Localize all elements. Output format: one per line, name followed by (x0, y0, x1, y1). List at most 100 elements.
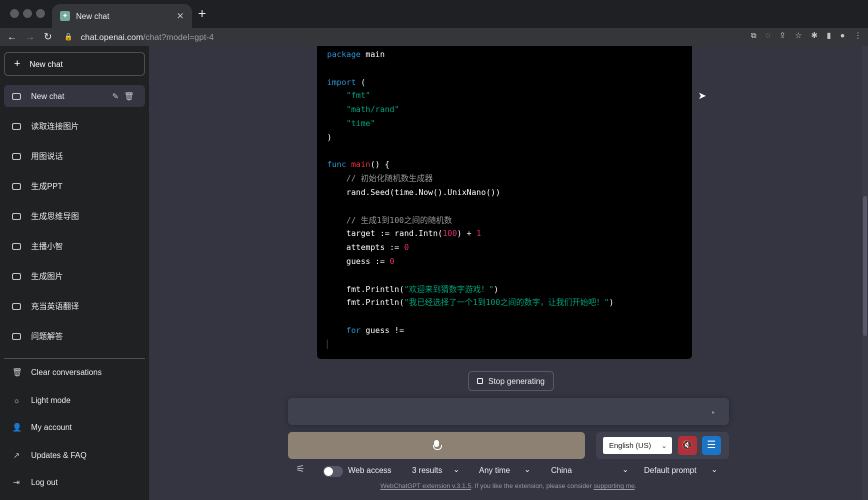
light-mode-button[interactable]: ☼ Light mode (4, 389, 145, 411)
minimize-window-dot[interactable] (23, 9, 32, 18)
chat-bubble-icon (12, 92, 21, 100)
chat-bubble-icon (12, 332, 21, 340)
voice-settings-panel: English (US) ⌄ 🔇 ☰ (596, 432, 729, 459)
conversation-label: 生成PPT (31, 181, 63, 191)
chevron-down-icon: ⌄ (622, 465, 629, 474)
trash-icon: 🗑 (12, 367, 23, 377)
text-caret: ▏ (327, 339, 332, 349)
conversation-item[interactable]: 生成PPT (4, 175, 145, 197)
close-window-dot[interactable] (10, 9, 19, 18)
url-field[interactable]: 🔒 chat.openai.com/chat?model=gpt-4 (64, 30, 704, 44)
sidebar-panel-icon[interactable]: ▮ (827, 31, 831, 41)
code-text: fmt.Println( (346, 298, 405, 308)
prompt-select[interactable]: Default prompt (644, 466, 696, 475)
maximize-window-dot[interactable] (36, 9, 45, 18)
code-text: ) (493, 284, 499, 294)
conversation-item[interactable]: 用图说话 (4, 145, 145, 167)
chevron-down-icon: ⌄ (524, 465, 531, 474)
chevron-down-icon: ⌄ (661, 442, 667, 450)
external-link-icon: ↗ (13, 450, 20, 460)
tab-title: New chat (76, 11, 110, 21)
updates-faq-link[interactable]: ↗ Updates & FAQ (4, 444, 145, 466)
results-select[interactable]: 3 results (412, 466, 442, 475)
eye-off-icon[interactable]: ◌ (765, 31, 770, 41)
code-string: "fmt" (346, 91, 371, 101)
edit-pencil-icon[interactable]: ✎ (112, 92, 124, 101)
close-tab-icon[interactable]: ✕ (176, 11, 184, 22)
footer-text: . If you like the extension, please cons… (471, 483, 594, 490)
scrollbar[interactable] (862, 46, 868, 500)
forward-icon[interactable]: → (22, 32, 38, 43)
conversation-item[interactable]: 问题解答 (4, 325, 145, 347)
sidebar-divider (4, 358, 145, 359)
browser-tab-bar: ✦ New chat ✕ + (0, 0, 868, 28)
stop-generating-button[interactable]: Stop generating (468, 371, 554, 391)
support-link[interactable]: supporting me (594, 483, 635, 490)
code-block: package main import ( "fmt" "math/rand" … (317, 46, 692, 359)
new-tab-icon[interactable]: + (198, 5, 206, 21)
new-chat-button[interactable]: + New chat (4, 52, 145, 76)
language-value: English (US) (609, 441, 652, 450)
web-access-toggle[interactable] (323, 466, 343, 477)
code-number: 1 (476, 229, 482, 239)
language-select[interactable]: English (US) ⌄ (603, 437, 672, 454)
region-select[interactable]: China (551, 466, 572, 475)
bookmark-star-icon[interactable]: ☆ (795, 31, 802, 41)
voice-record-button[interactable] (288, 432, 585, 459)
translate-icon[interactable]: ⧉ (751, 31, 757, 41)
share-icon[interactable]: ⇪ (779, 31, 786, 41)
code-text: rand.Seed(time.Now().UnixNano()) (346, 187, 501, 197)
code-comment: // 生成1到100之间的随机数 (346, 215, 452, 225)
code-text: attempts := (346, 243, 405, 253)
voice-settings-button[interactable]: ☰ (702, 436, 721, 455)
send-icon[interactable]: ▸ (712, 409, 715, 416)
time-select[interactable]: Any time (479, 466, 510, 475)
conversation-item[interactable]: 生成图片 (4, 265, 145, 287)
reload-icon[interactable]: ↻ (40, 32, 56, 43)
code-text: target := rand.Intn( (346, 229, 443, 239)
url-host: chat.openai.com (80, 32, 144, 42)
sliders-icon[interactable]: ⚟ (296, 464, 305, 475)
prompt-input[interactable]: ▸ (288, 398, 729, 425)
code-number: 0 (389, 256, 395, 266)
browser-tab[interactable]: ✦ New chat ✕ (52, 4, 192, 28)
code-keyword: for (346, 325, 361, 335)
url-path: /chat?model=gpt-4 (143, 32, 214, 42)
scrollbar-thumb[interactable] (863, 196, 867, 336)
logout-icon: ⇥ (13, 477, 20, 487)
code-string: "time" (346, 118, 376, 128)
chat-bubble-icon (12, 272, 21, 280)
extension-footer: WebChatGPT extension v.3.1.5. If you lik… (149, 483, 868, 490)
mute-speaker-button[interactable]: 🔇 (678, 436, 697, 455)
extension-version-link[interactable]: WebChatGPT extension v.3.1.5 (380, 483, 471, 490)
my-account-button[interactable]: 👤 My account (4, 416, 145, 438)
webchatgpt-toolbar: ⚟ Web access 3 results ⌄ Any time ⌄ Chin… (288, 464, 729, 478)
speaker-muted-icon: 🔇 (681, 440, 694, 450)
code-keyword: package (327, 50, 361, 59)
user-icon: 👤 (12, 422, 22, 432)
address-bar: ← → ↻ 🔒 chat.openai.com/chat?model=gpt-4… (0, 28, 868, 46)
extensions-puzzle-icon[interactable]: ✱ (811, 31, 818, 41)
delete-trash-icon[interactable]: 🗑 (124, 92, 139, 101)
microphone-icon (433, 440, 442, 451)
conversation-item[interactable]: New chat ✎🗑 (4, 85, 145, 107)
openai-favicon-icon: ✦ (60, 11, 70, 21)
conversation-item[interactable]: 读取连接图片 (4, 115, 145, 137)
my-account-label: My account (31, 422, 72, 432)
back-icon[interactable]: ← (4, 32, 20, 43)
lock-icon: 🔒 (64, 34, 73, 41)
conversation-item[interactable]: 生成思维导图 (4, 205, 145, 227)
sidebar: + New chat New chat ✎🗑 读取连接图片 用图说话 生成PPT… (0, 46, 149, 500)
code-text: () { (370, 160, 390, 170)
log-out-button[interactable]: ⇥ Log out (4, 471, 145, 493)
conversation-label: 问题解答 (31, 331, 63, 341)
profile-icon[interactable]: ● (840, 31, 845, 41)
code-text: guess := (346, 256, 390, 266)
chat-bubble-icon (12, 122, 21, 130)
browser-menu-icon[interactable]: ⋮ (854, 31, 862, 41)
conversation-item[interactable]: 主播小智 (4, 235, 145, 257)
chat-bubble-icon (12, 242, 21, 250)
clear-conversations-button[interactable]: 🗑 Clear conversations (4, 361, 145, 383)
sun-icon: ☼ (12, 395, 21, 405)
conversation-item[interactable]: 充当英语翻译 (4, 295, 145, 317)
